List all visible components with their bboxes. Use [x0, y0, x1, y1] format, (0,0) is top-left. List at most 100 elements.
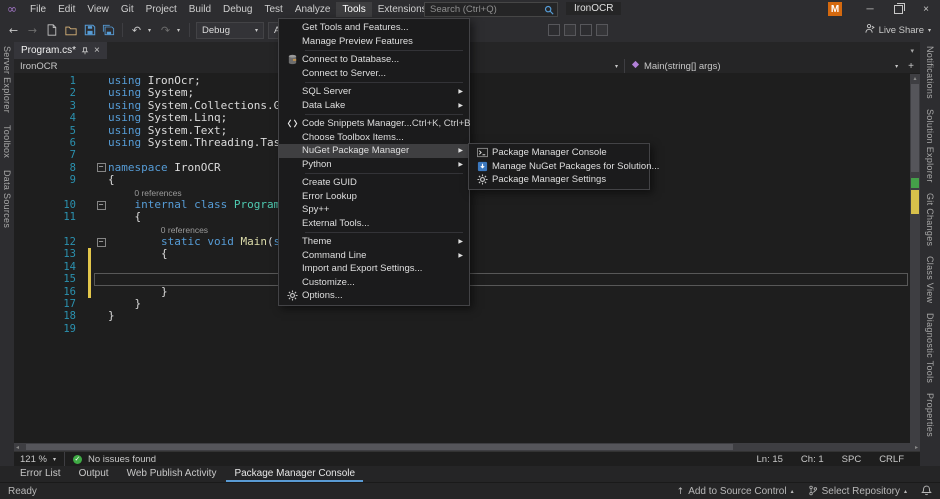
- menu-item-theme[interactable]: Theme▶: [279, 235, 469, 249]
- toolbar-icon[interactable]: [564, 24, 576, 36]
- avatar[interactable]: M: [828, 2, 842, 16]
- close-button[interactable]: ×: [912, 0, 940, 18]
- menubar-item-file[interactable]: File: [24, 2, 52, 17]
- code-line-18[interactable]: 18}: [14, 310, 910, 322]
- undo-dropdown-icon[interactable]: ▾: [148, 27, 154, 34]
- menu-item-nuget-package-manager[interactable]: NuGet Package Manager▶: [279, 144, 469, 158]
- active-files-dropdown-icon[interactable]: ▾: [910, 42, 920, 59]
- toolbar-icon[interactable]: [596, 24, 608, 36]
- scroll-right-icon[interactable]: ▸: [915, 443, 918, 451]
- menu-item-python[interactable]: Python▶: [279, 158, 469, 172]
- bottom-tab-package-manager-console[interactable]: Package Manager Console: [226, 466, 363, 482]
- line-indicator[interactable]: Ln: 15: [757, 454, 783, 465]
- line-ending-indicator[interactable]: CRLF: [879, 454, 904, 465]
- menu-item-package-manager-settings[interactable]: Package Manager Settings: [469, 173, 649, 187]
- menubar-item-git[interactable]: Git: [115, 2, 140, 17]
- right-tab-git-changes[interactable]: Git Changes: [925, 193, 935, 246]
- menubar-item-build[interactable]: Build: [183, 2, 217, 17]
- menu-item-package-manager-console[interactable]: Package Manager Console: [469, 146, 649, 160]
- menu-item-code-snippets-manager[interactable]: Code Snippets Manager...Ctrl+K, Ctrl+B: [279, 117, 469, 131]
- menu-item-connect-to-server[interactable]: Connect to Server...: [279, 67, 469, 81]
- tab-close-icon[interactable]: ×: [94, 46, 100, 56]
- menubar-item-view[interactable]: View: [81, 2, 115, 17]
- menu-item-options[interactable]: Options...: [279, 289, 469, 303]
- left-tab-toolbox[interactable]: Toolbox: [2, 125, 12, 158]
- menubar-item-project[interactable]: Project: [140, 2, 183, 17]
- open-file-icon[interactable]: [63, 23, 78, 38]
- spaces-indicator[interactable]: SPC: [842, 454, 862, 465]
- code-line-19[interactable]: 19: [14, 323, 910, 335]
- menu-item-get-tools-and-features[interactable]: Get Tools and Features...: [279, 21, 469, 35]
- menu-item-manage-preview-features[interactable]: Manage Preview Features: [279, 35, 469, 49]
- menubar-item-analyze[interactable]: Analyze: [289, 2, 337, 17]
- add-icon[interactable]: +: [908, 61, 914, 72]
- right-tab-class-view[interactable]: Class View: [925, 256, 935, 303]
- add-to-source-control-button[interactable]: ↑ Add to Source Control ▴: [677, 486, 794, 497]
- tab-program-cs[interactable]: Program.cs* ×: [14, 42, 107, 59]
- toolbar-icon[interactable]: [548, 24, 560, 36]
- right-tab-properties[interactable]: Properties: [925, 393, 935, 437]
- scrollbar-thumb[interactable]: [911, 84, 919, 172]
- menu-item-external-tools[interactable]: External Tools...: [279, 217, 469, 231]
- menu-item-choose-toolbox-items[interactable]: Choose Toolbox Items...: [279, 131, 469, 145]
- column-indicator[interactable]: Ch: 1: [801, 454, 824, 465]
- menubar-item-edit[interactable]: Edit: [52, 2, 81, 17]
- scroll-left-icon[interactable]: ◂: [16, 443, 19, 451]
- solution-configuration-dropdown[interactable]: Debug▾: [196, 22, 264, 39]
- menu-item-connect-to-database[interactable]: Connect to Database...: [279, 53, 469, 67]
- menubar-item-tools[interactable]: Tools: [336, 2, 371, 17]
- zoom-level-dropdown[interactable]: 121 %: [20, 454, 47, 465]
- menu-item-sql-server[interactable]: SQL Server▶: [279, 85, 469, 99]
- menu-item-customize[interactable]: Customize...: [279, 276, 469, 290]
- line-number: 17: [14, 298, 86, 310]
- select-repository-button[interactable]: Select Repository ▴: [808, 485, 907, 499]
- live-share-button[interactable]: Live Share ▾: [864, 23, 940, 37]
- menu-item-import-and-export-settings[interactable]: Import and Export Settings...: [279, 262, 469, 276]
- scrollbar-thumb[interactable]: [26, 444, 733, 450]
- code-text: }: [108, 286, 908, 298]
- minimize-button[interactable]: ─: [856, 0, 884, 18]
- menu-item-command-line[interactable]: Command Line▶: [279, 249, 469, 263]
- right-tab-notifications[interactable]: Notifications: [925, 46, 935, 99]
- fold-collapse-icon[interactable]: −: [97, 238, 106, 247]
- bottom-tab-error-list[interactable]: Error List: [12, 466, 69, 482]
- live-share-dropdown-icon[interactable]: ▾: [928, 27, 934, 34]
- toolbar-icon[interactable]: [580, 24, 592, 36]
- navigate-back-icon[interactable]: ←: [6, 23, 21, 38]
- fold-collapse-icon[interactable]: −: [97, 163, 106, 172]
- undo-icon[interactable]: ↶: [129, 23, 144, 38]
- menubar-item-test[interactable]: Test: [258, 2, 288, 17]
- redo-icon[interactable]: ↷: [158, 23, 173, 38]
- menu-item-manage-nuget-packages-for-solution[interactable]: Manage NuGet Packages for Solution...: [469, 160, 649, 174]
- save-icon[interactable]: [82, 23, 97, 38]
- save-all-icon[interactable]: [101, 23, 116, 38]
- right-tab-diagnostic-tools[interactable]: Diagnostic Tools: [925, 313, 935, 383]
- redo-dropdown-icon[interactable]: ▾: [177, 27, 183, 34]
- breadcrumb-member-dropdown[interactable]: Main(string[] args) ▾ +: [625, 59, 920, 73]
- gear-icon: [282, 290, 302, 301]
- bottom-tab-web-publish-activity[interactable]: Web Publish Activity: [119, 466, 225, 482]
- search-icon[interactable]: [541, 5, 557, 15]
- scroll-up-icon[interactable]: ▴: [910, 75, 920, 82]
- menu-item-create-guid[interactable]: Create GUID: [279, 176, 469, 190]
- menu-item-error-lookup[interactable]: Error Lookup: [279, 190, 469, 204]
- health-indicator[interactable]: No issues found: [88, 454, 156, 465]
- right-tab-solution-explorer[interactable]: Solution Explorer: [925, 109, 935, 183]
- search-box[interactable]: Search (Ctrl+Q): [424, 2, 558, 17]
- horizontal-scrollbar[interactable]: ◂ ▸: [14, 443, 920, 451]
- notifications-bell-icon[interactable]: [921, 485, 932, 499]
- glyph-margin: [86, 125, 94, 137]
- pin-icon[interactable]: [81, 47, 89, 55]
- bottom-tab-output[interactable]: Output: [71, 466, 117, 482]
- caret-position-info: Ln: 15 Ch: 1 SPC CRLF: [757, 454, 915, 465]
- new-file-icon[interactable]: [44, 23, 59, 38]
- left-tab-data-sources[interactable]: Data Sources: [2, 170, 12, 228]
- navigate-forward-icon[interactable]: →: [25, 23, 40, 38]
- menu-item-spy[interactable]: Spy++: [279, 203, 469, 217]
- restore-button[interactable]: [884, 0, 912, 18]
- left-tab-server-explorer[interactable]: Server Explorer: [2, 46, 12, 113]
- fold-collapse-icon[interactable]: −: [97, 201, 106, 210]
- menu-item-data-lake[interactable]: Data Lake▶: [279, 99, 469, 113]
- vertical-scrollbar[interactable]: ▴: [910, 74, 920, 443]
- menubar-item-debug[interactable]: Debug: [217, 2, 258, 17]
